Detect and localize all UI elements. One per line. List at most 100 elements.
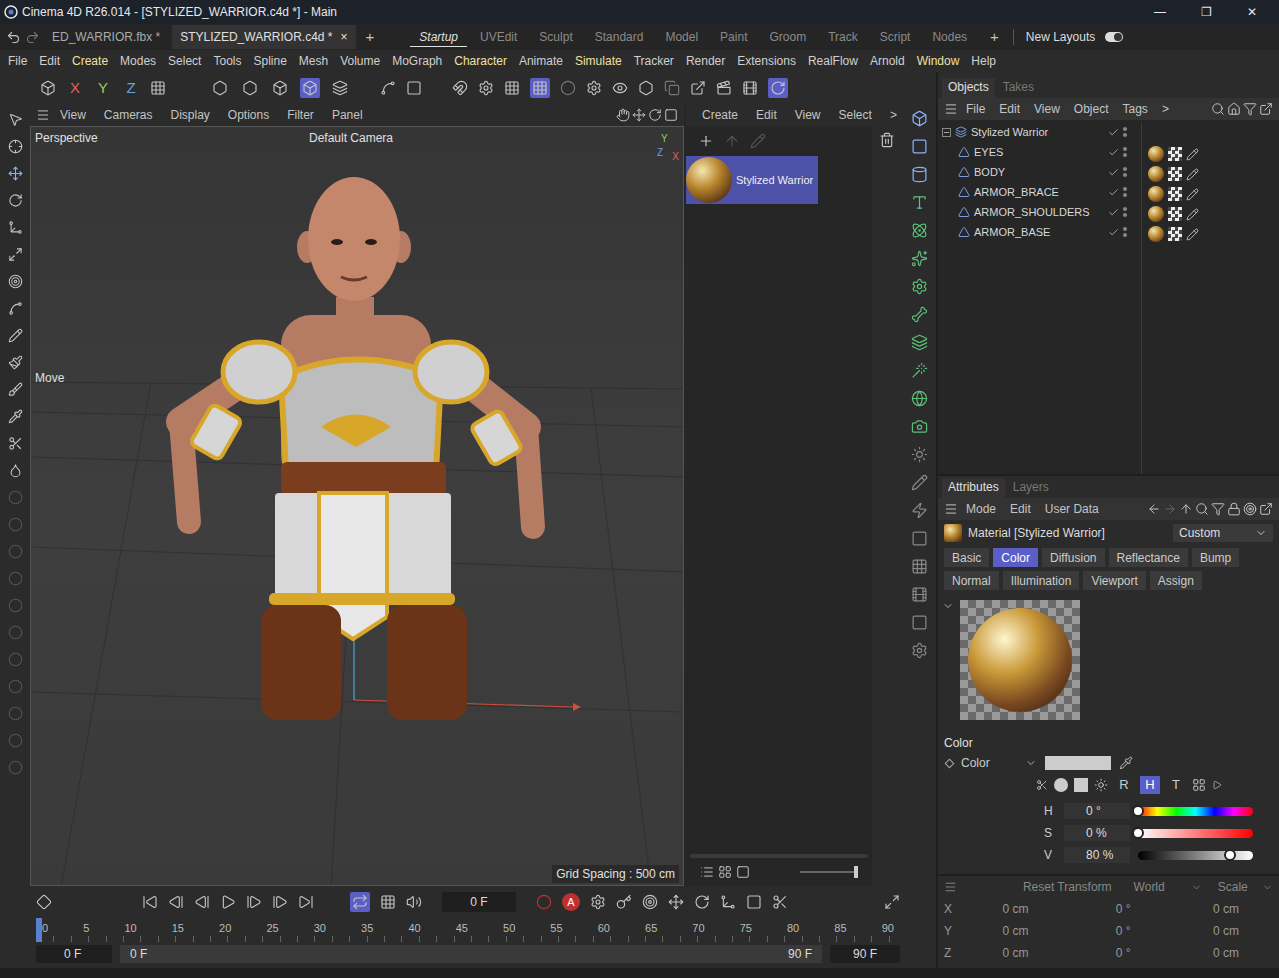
layout-tab[interactable]: Sculpt (530, 28, 581, 46)
next-key-icon[interactable] (272, 894, 288, 910)
more-icon[interactable] (1212, 780, 1222, 790)
display-icon[interactable] (612, 80, 628, 96)
circle-icon[interactable] (8, 733, 23, 748)
trash-icon[interactable] (879, 132, 895, 148)
menu-item[interactable]: Modes (114, 52, 162, 70)
viewport-menu-item[interactable]: Options (220, 106, 277, 124)
list-view-icon[interactable] (700, 865, 714, 879)
channel-tab[interactable]: Bump (1192, 548, 1239, 567)
enabled-icon[interactable] (1108, 187, 1119, 198)
close-tab-button[interactable]: × (341, 28, 348, 46)
phong-tag-icon[interactable] (1186, 148, 1199, 161)
points-mode-icon[interactable] (212, 80, 228, 96)
uvw-tag-icon[interactable] (1168, 227, 1182, 241)
objects-menu-item[interactable]: Edit (993, 100, 1026, 118)
key-pla-icon[interactable] (772, 894, 788, 910)
panel-tab[interactable]: Attributes (942, 478, 1005, 498)
apply-icon[interactable] (724, 133, 740, 149)
live-select-icon[interactable] (8, 139, 23, 154)
object-row[interactable]: Stylized Warrior (938, 122, 1141, 142)
wheel-mode-icon[interactable] (1054, 778, 1068, 792)
new-layouts-toggle[interactable] (1105, 32, 1123, 42)
new-window-icon[interactable] (1259, 102, 1273, 116)
menu-item[interactable]: RealFlow (802, 52, 864, 70)
range-bar[interactable]: 0 F90 F (120, 945, 822, 963)
menu-item[interactable]: Window (911, 52, 966, 70)
circle-icon[interactable] (8, 706, 23, 721)
document-tab[interactable]: STYLIZED_WARRIOR.c4d *× (172, 25, 355, 49)
space-dropdown[interactable]: World (1134, 878, 1202, 896)
key-icon[interactable] (616, 894, 632, 910)
effector-icon[interactable] (911, 502, 928, 519)
autokey-button[interactable]: A (562, 893, 580, 911)
enabled-icon[interactable] (1108, 167, 1119, 178)
cube-icon[interactable] (911, 110, 928, 127)
add-material-icon[interactable] (698, 133, 714, 149)
objects-menu-item[interactable]: Object (1068, 100, 1115, 118)
panel-menu-icon[interactable] (944, 880, 957, 894)
polygon-object-icon[interactable] (958, 206, 970, 218)
arnold-icon[interactable] (638, 80, 654, 96)
box-icon[interactable] (911, 614, 928, 631)
new-window-icon[interactable] (1259, 502, 1273, 516)
filter-icon[interactable] (1211, 502, 1225, 516)
lock-icon[interactable] (1227, 502, 1241, 516)
record-icon[interactable] (536, 894, 552, 910)
undo-icon[interactable] (6, 30, 21, 45)
color-slider[interactable] (1138, 851, 1253, 860)
material-menu-item[interactable]: Create (694, 106, 746, 124)
generator-icon[interactable] (911, 362, 928, 379)
position-field[interactable]: 0 cm (964, 944, 1068, 962)
phong-tag-icon[interactable] (1186, 188, 1199, 201)
value-field[interactable]: 80 % (1064, 847, 1130, 863)
menu-item[interactable]: Mesh (293, 52, 334, 70)
circle-icon[interactable] (8, 625, 23, 640)
scale-icon[interactable] (8, 220, 23, 235)
viewport-menu-item[interactable]: Filter (279, 106, 322, 124)
color-mode-button[interactable]: R (1114, 776, 1134, 794)
frame-icon[interactable] (911, 530, 928, 547)
start-frame-field[interactable]: 0 F (36, 945, 112, 963)
chevron-down-icon[interactable] (1025, 757, 1037, 769)
key-settings-icon[interactable] (590, 894, 606, 910)
enabled-icon[interactable] (1108, 147, 1119, 158)
search-icon[interactable] (1195, 502, 1209, 516)
attributes-menu-item[interactable]: User Data (1039, 500, 1105, 518)
uvw-tag-icon[interactable] (1168, 207, 1182, 221)
focus-icon[interactable] (1243, 502, 1257, 516)
circle-icon[interactable] (8, 490, 23, 505)
layout-tab[interactable]: Paint (711, 28, 756, 46)
circle-icon[interactable] (8, 598, 23, 613)
viewport-menu-item[interactable]: Panel (324, 106, 371, 124)
search-icon[interactable] (1211, 102, 1225, 116)
circle-icon[interactable] (8, 517, 23, 532)
current-frame-field[interactable]: 0 F (442, 892, 516, 912)
circle-icon[interactable] (8, 679, 23, 694)
select-icon[interactable] (8, 112, 23, 127)
rotation-field[interactable]: 0 ° (1071, 944, 1175, 962)
uvw-tag-icon[interactable] (1168, 167, 1182, 181)
edges-mode-icon[interactable] (242, 80, 258, 96)
channel-tab[interactable]: Viewport (1083, 571, 1145, 590)
motion-icon[interactable] (642, 894, 658, 910)
channel-tab[interactable]: Assign (1150, 571, 1202, 590)
panel-tab[interactable]: Layers (1007, 478, 1055, 498)
export-icon[interactable] (690, 80, 706, 96)
menu-item[interactable]: Animate (513, 52, 569, 70)
menu-item[interactable]: File (2, 52, 33, 70)
object-row[interactable]: EYES (938, 142, 1141, 162)
layout-tab[interactable]: Script (871, 28, 920, 46)
play-icon[interactable] (220, 894, 236, 910)
uv-mode-icon[interactable] (332, 80, 348, 96)
menu-item[interactable]: Help (965, 52, 1002, 70)
loop-icon[interactable] (352, 894, 368, 910)
thumbnail-size-slider[interactable] (800, 871, 858, 873)
uvw-tag-icon[interactable] (1168, 147, 1182, 161)
knife-icon[interactable] (8, 436, 23, 451)
paint-icon[interactable] (8, 382, 23, 397)
polygon-object-icon[interactable] (958, 166, 970, 178)
light-icon[interactable] (911, 446, 928, 463)
layout-tab[interactable]: Track (819, 28, 867, 46)
viewport-menu-item[interactable]: View (52, 106, 94, 124)
layout-tab[interactable]: Nodes (923, 28, 976, 46)
